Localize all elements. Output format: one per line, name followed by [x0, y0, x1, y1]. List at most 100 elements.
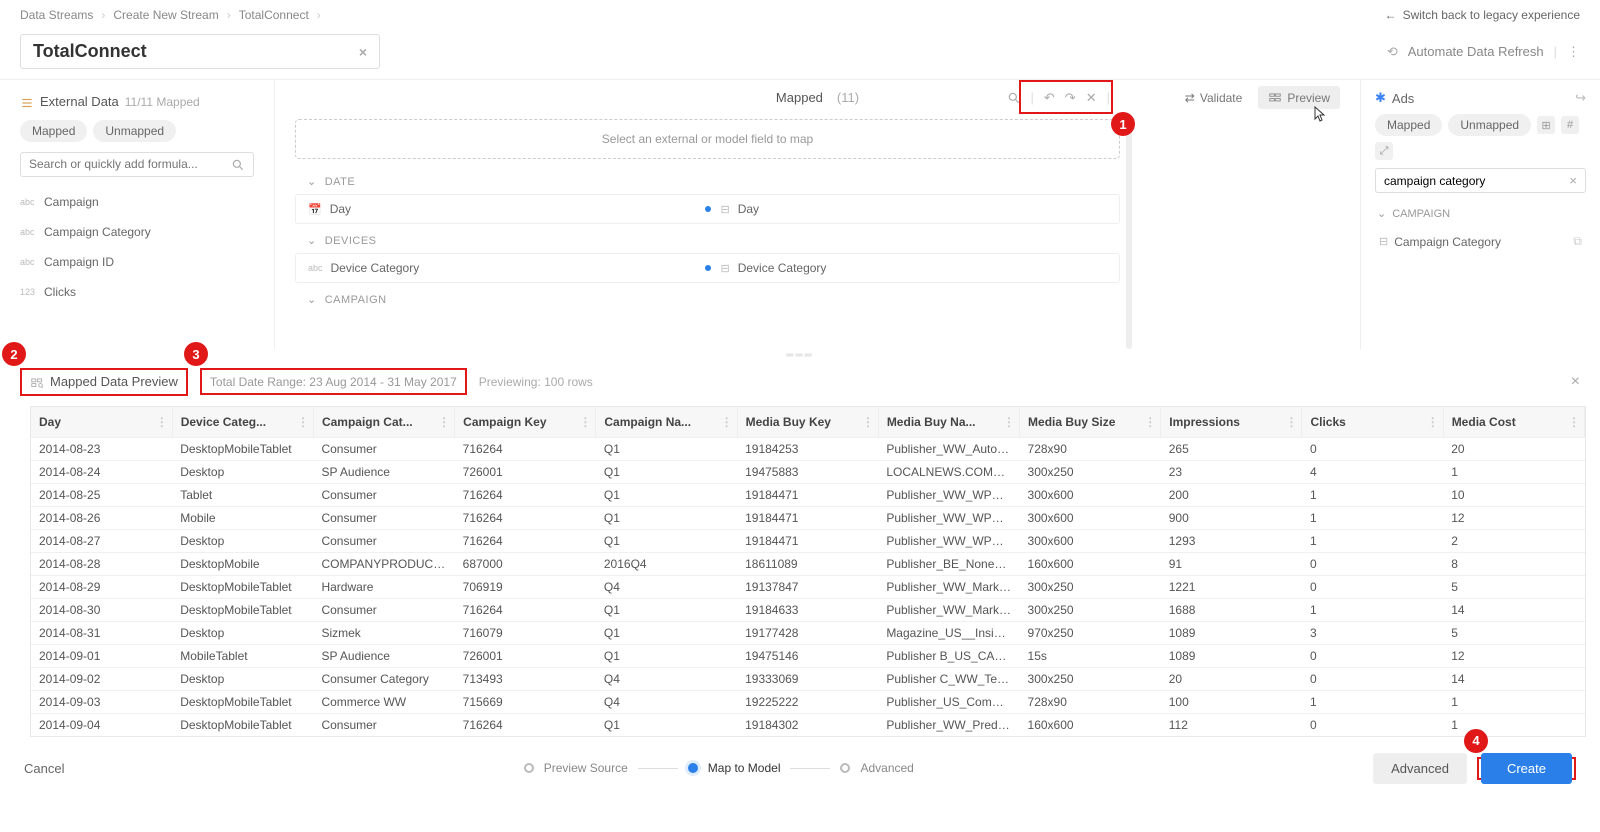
column-header[interactable]: Clicks⋮ — [1302, 407, 1443, 438]
column-header[interactable]: Media Cost⋮ — [1443, 407, 1584, 438]
column-header[interactable]: Impressions⋮ — [1161, 407, 1302, 438]
mapping-row[interactable]: 📅Day⊟Day — [295, 194, 1120, 224]
share-icon[interactable]: ↪ — [1575, 90, 1586, 106]
step-label[interactable]: Advanced — [860, 761, 913, 775]
model-field-item[interactable]: ⊟ Campaign Category ⧉ — [1375, 226, 1586, 257]
chevron-down-icon[interactable]: ⌄ — [1377, 207, 1386, 220]
validate-button[interactable]: ⇄ Validate — [1175, 86, 1253, 109]
column-menu-icon[interactable]: ⋮ — [156, 415, 168, 429]
table-cell: Desktop — [172, 529, 313, 552]
hash-icon[interactable]: # — [1561, 116, 1579, 134]
column-menu-icon[interactable]: ⋮ — [1003, 415, 1015, 429]
external-field-item[interactable]: abcCampaign ID — [0, 247, 274, 277]
automate-refresh-link[interactable]: Automate Data Refresh — [1408, 44, 1544, 59]
field-search[interactable] — [20, 152, 254, 178]
column-header[interactable]: Media Buy Key⋮ — [737, 407, 878, 438]
column-header[interactable]: Day⋮ — [31, 407, 172, 438]
model-field-label: Campaign Category — [1394, 235, 1501, 249]
table-cell: 1 — [1443, 690, 1584, 713]
stream-title-input[interactable]: TotalConnect × — [20, 34, 380, 69]
column-menu-icon[interactable]: ⋮ — [1285, 415, 1297, 429]
column-menu-icon[interactable]: ⋮ — [862, 415, 874, 429]
table-row: 2014-08-28DesktopMobileCOMPANYPRODUCT Ma… — [31, 552, 1585, 575]
search-icon[interactable] — [1007, 90, 1021, 106]
resize-handle[interactable]: ═══ — [0, 349, 1600, 362]
column-header[interactable]: Campaign Key⋮ — [455, 407, 596, 438]
column-header[interactable]: Device Categ...⋮ — [172, 407, 313, 438]
filter-mapped-r[interactable]: Mapped — [1375, 114, 1442, 136]
collapse-icon[interactable]: ⤢ — [1375, 142, 1393, 160]
step-dot-active[interactable] — [688, 763, 698, 773]
close-preview-icon[interactable]: × — [1571, 373, 1580, 391]
column-menu-icon[interactable]: ⋮ — [297, 415, 309, 429]
table-cell: 0 — [1302, 437, 1443, 460]
model-search[interactable]: × — [1375, 168, 1586, 193]
clear-icon[interactable]: × — [1569, 173, 1577, 188]
field-type-icon: abc — [308, 263, 323, 273]
target-field-label: Day — [738, 202, 759, 216]
breadcrumb-item[interactable]: TotalConnect — [239, 8, 309, 22]
column-menu-icon[interactable]: ⋮ — [1144, 415, 1156, 429]
map-group-header[interactable]: ⌄CAMPAIGN — [295, 287, 1120, 312]
external-field-item[interactable]: abcCampaign Category — [0, 217, 274, 247]
breadcrumb-item[interactable]: Data Streams — [20, 8, 93, 22]
step-dot[interactable] — [840, 763, 850, 773]
table-cell: 20 — [1443, 437, 1584, 460]
field-label: Clicks — [44, 285, 76, 299]
cancel-button[interactable]: Cancel — [24, 761, 64, 776]
column-menu-icon[interactable]: ⋮ — [1568, 415, 1580, 429]
table-cell: 160x600 — [1020, 713, 1161, 736]
column-header[interactable]: Campaign Na...⋮ — [596, 407, 737, 438]
create-button[interactable]: Create — [1481, 753, 1572, 784]
column-header[interactable]: Media Buy Na...⋮ — [878, 407, 1019, 438]
table-cell: Publisher_BE_None_CD( — [878, 552, 1019, 575]
step-label[interactable]: Map to Model — [708, 761, 781, 775]
column-menu-icon[interactable]: ⋮ — [438, 415, 450, 429]
table-cell: 300x250 — [1020, 460, 1161, 483]
column-menu-icon[interactable]: ⋮ — [1427, 415, 1439, 429]
legacy-link-label: Switch back to legacy experience — [1403, 8, 1580, 22]
breadcrumb-item[interactable]: Create New Stream — [113, 8, 218, 22]
advanced-button[interactable]: Advanced — [1373, 753, 1467, 784]
mapping-row[interactable]: abcDevice Category⊟Device Category — [295, 253, 1120, 283]
column-menu-icon[interactable]: ⋮ — [721, 415, 733, 429]
table-cell: 23 — [1161, 460, 1302, 483]
table-cell: 687000 — [455, 552, 596, 575]
legacy-experience-link[interactable]: ← Switch back to legacy experience — [1385, 8, 1580, 22]
undo-icon[interactable]: ↶ — [1044, 90, 1055, 106]
table-cell: 2014-08-25 — [31, 483, 172, 506]
external-field-item[interactable]: abcCampaign — [0, 187, 274, 217]
clear-icon[interactable]: × — [359, 44, 367, 60]
table-cell: 1 — [1302, 506, 1443, 529]
table-cell: Consumer — [313, 713, 454, 736]
table-cell: 10 — [1443, 483, 1584, 506]
external-field-item[interactable]: 123 Clicks — [0, 277, 274, 307]
redo-icon[interactable]: ↷ — [1065, 90, 1076, 106]
filter-unmapped[interactable]: Unmapped — [93, 120, 176, 142]
grid-icon[interactable]: ⊞ — [1537, 116, 1555, 134]
table-cell: 300x250 — [1020, 575, 1161, 598]
drop-zone[interactable]: Select an external or model field to map — [295, 119, 1120, 159]
table-cell: 12 — [1443, 644, 1584, 667]
map-group-header[interactable]: ⌄DATE — [295, 169, 1120, 194]
column-menu-icon[interactable]: ⋮ — [579, 415, 591, 429]
table-cell: Q1 — [596, 713, 737, 736]
more-icon[interactable]: ⋮ — [1567, 44, 1580, 60]
filter-unmapped-r[interactable]: Unmapped — [1448, 114, 1531, 136]
breadcrumb[interactable]: Data Streams› Create New Stream› TotalCo… — [20, 8, 321, 22]
field-type-icon: 123 — [20, 287, 36, 297]
step-label[interactable]: Preview Source — [544, 761, 628, 775]
close-icon[interactable]: ✕ — [1086, 90, 1097, 106]
annotation-box-2: Mapped Data Preview — [20, 368, 188, 396]
wizard-steps: Preview Source Map to Model Advanced — [64, 761, 1373, 775]
field-search-input[interactable] — [29, 157, 231, 171]
step-dot[interactable] — [524, 763, 534, 773]
table-cell: 2014-08-28 — [31, 552, 172, 575]
column-header[interactable]: Campaign Cat...⋮ — [313, 407, 454, 438]
filter-mapped[interactable]: Mapped — [20, 120, 87, 142]
table-cell: Publisher B_US_CA_Aud — [878, 644, 1019, 667]
map-group-header[interactable]: ⌄DEVICES — [295, 228, 1120, 253]
scrollbar[interactable] — [1126, 128, 1132, 349]
column-header[interactable]: Media Buy Size⋮ — [1020, 407, 1161, 438]
model-search-input[interactable] — [1384, 174, 1569, 188]
